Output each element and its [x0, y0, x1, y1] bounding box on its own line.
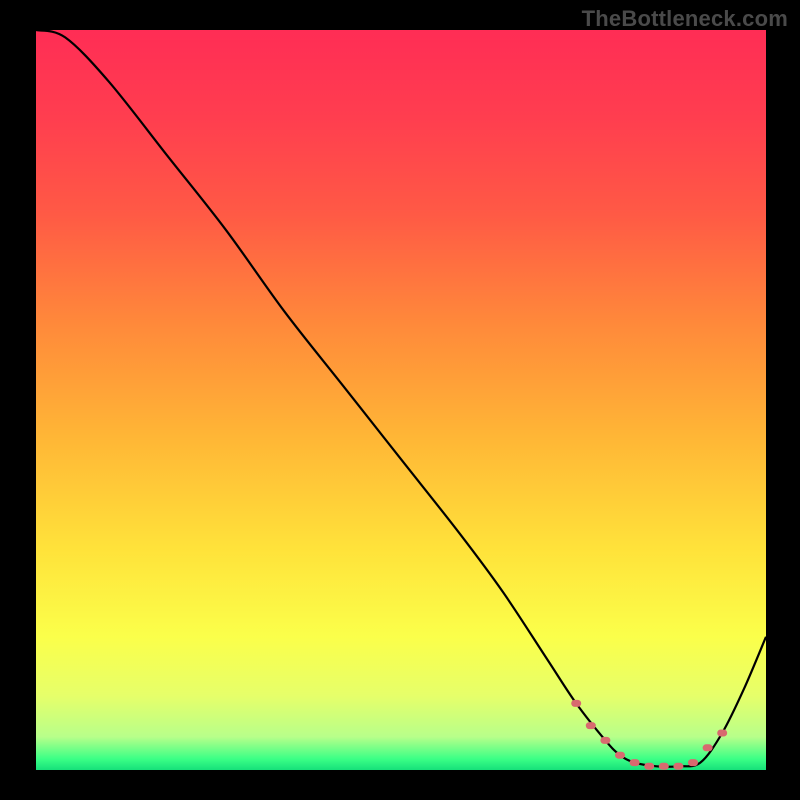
chart-container: { "watermark": "TheBottleneck.com", "col… [0, 0, 800, 800]
optimal-marker [644, 763, 654, 770]
plot-area [36, 30, 766, 770]
optimal-marker [659, 763, 669, 770]
optimal-marker [571, 700, 581, 707]
optimal-marker [630, 759, 640, 766]
optimal-marker [688, 759, 698, 766]
optimal-marker [586, 722, 596, 729]
optimal-marker [717, 730, 727, 737]
optimal-marker [600, 737, 610, 744]
watermark-text: TheBottleneck.com [582, 6, 788, 32]
bottleneck-curve [36, 30, 766, 770]
optimal-marker [703, 744, 713, 751]
optimal-marker [615, 752, 625, 759]
optimal-marker [673, 763, 683, 770]
